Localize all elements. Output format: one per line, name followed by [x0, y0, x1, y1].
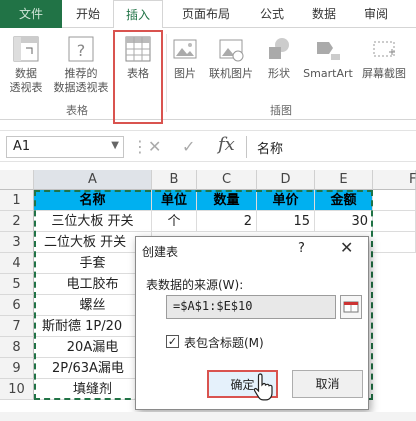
tab-file[interactable]: 文件 — [0, 0, 62, 28]
has-headers-label[interactable]: 表包含标题(M) — [184, 334, 264, 351]
row-header[interactable]: 6 — [0, 295, 34, 316]
cancel-icon[interactable]: ✕ — [148, 137, 161, 156]
pictures-button[interactable]: 图片 — [168, 34, 202, 81]
row-header[interactable]: 3 — [0, 232, 34, 253]
online-pictures-label: 联机图片 — [209, 67, 253, 80]
hand-cursor-icon — [254, 373, 273, 401]
recommended-pivot-icon: ? — [68, 36, 94, 62]
shapes-label: 形状 — [268, 67, 290, 80]
create-table-dialog: 创建表 ? ✕ 表数据的来源(W): =$A$1:$E$10 ✓ 表包含标题(M… — [135, 236, 369, 410]
enter-icon[interactable]: ✓ — [182, 137, 195, 156]
name-box-value: A1 — [13, 139, 31, 154]
pictures-icon — [173, 39, 197, 59]
chevron-down-icon[interactable]: ▼ — [111, 140, 119, 151]
insert-function-icon[interactable]: fx — [218, 134, 235, 155]
tab-review[interactable]: 审阅 — [354, 0, 398, 28]
ribbon-tabs: 文件 开始 插入 页面布局 公式 数据 审阅 — [0, 0, 416, 28]
group-label-tables: 表格 — [66, 104, 88, 117]
column-header-e[interactable]: E — [315, 170, 373, 190]
row-header[interactable]: 2 — [0, 211, 34, 232]
dialog-title: 创建表 — [142, 245, 179, 259]
status-bar — [0, 412, 416, 421]
pictures-label: 图片 — [174, 67, 196, 80]
help-icon[interactable]: ? — [298, 241, 305, 256]
recommended-pivot-button[interactable]: ? 推荐的 数据透视表 — [48, 34, 114, 95]
pivot-table-button[interactable]: 数据 透视表 — [2, 34, 50, 95]
svg-text:?: ? — [77, 41, 86, 60]
screenshot-button[interactable]: 屏幕截图 — [356, 34, 412, 81]
recommended-pivot-label: 推荐的 数据透视表 — [53, 67, 109, 94]
shapes-icon — [269, 38, 289, 59]
source-range-input[interactable]: =$A$1:$E$10 — [166, 295, 336, 319]
tab-home[interactable]: 开始 — [66, 0, 110, 28]
table-icon — [125, 36, 151, 62]
divider — [166, 34, 167, 112]
screenshot-label: 屏幕截图 — [362, 67, 406, 80]
tab-data[interactable]: 数据 — [302, 0, 346, 28]
cell-empty[interactable] — [373, 232, 416, 253]
cell-empty[interactable] — [373, 190, 416, 211]
close-icon[interactable]: ✕ — [340, 238, 353, 257]
tab-insert[interactable]: 插入 — [113, 0, 163, 28]
row-header[interactable]: 10 — [0, 379, 34, 400]
column-header-d[interactable]: D — [257, 170, 315, 190]
select-all-corner[interactable] — [0, 170, 34, 190]
row-header[interactable]: 8 — [0, 337, 34, 358]
tab-formulas[interactable]: 公式 — [250, 0, 294, 28]
pivot-table-label: 数据 透视表 — [9, 67, 43, 94]
column-header-b[interactable]: B — [152, 170, 197, 190]
row-header[interactable]: 5 — [0, 274, 34, 295]
smartart-icon — [317, 42, 340, 60]
screenshot-icon — [373, 41, 395, 57]
range-selector-icon — [343, 301, 359, 313]
cell-empty[interactable] — [373, 211, 416, 232]
pivot-table-icon — [13, 36, 39, 62]
formula-bar: A1 ▼ ⋮ ✕ ✓ fx 名称 — [0, 130, 416, 162]
table-label: 表格 — [127, 67, 149, 80]
online-pictures-button[interactable]: 联机图片 — [204, 34, 258, 81]
row-header[interactable]: 9 — [0, 358, 34, 379]
source-label: 表数据的来源(W): — [146, 278, 244, 292]
column-header-f[interactable]: F — [373, 170, 416, 190]
column-header-a[interactable]: A — [34, 170, 152, 190]
has-headers-checkbox[interactable]: ✓ — [166, 335, 179, 348]
smartart-label: SmartArt — [303, 67, 353, 80]
ribbon: 数据 透视表 ? 推荐的 数据透视表 表格 图片 联机图片 形状 SmartAr… — [0, 28, 416, 124]
name-box[interactable]: A1 ▼ — [6, 136, 124, 158]
row-header[interactable]: 7 — [0, 316, 34, 337]
row-header[interactable]: 1 — [0, 190, 34, 211]
online-pictures-icon — [219, 39, 244, 62]
range-selector-button[interactable] — [340, 295, 362, 319]
shapes-button[interactable]: 形状 — [262, 34, 296, 81]
tab-page-layout[interactable]: 页面布局 — [170, 0, 242, 28]
column-header-c[interactable]: C — [197, 170, 257, 190]
smartart-button[interactable]: SmartArt — [300, 34, 356, 81]
table-button[interactable]: 表格 — [115, 34, 161, 81]
row-header[interactable]: 4 — [0, 253, 34, 274]
formula-input[interactable]: 名称 — [246, 136, 412, 158]
cancel-button[interactable]: 取消 — [292, 370, 363, 398]
group-label-illustrations: 插图 — [270, 104, 292, 117]
more-icon: ⋮ — [132, 137, 148, 156]
